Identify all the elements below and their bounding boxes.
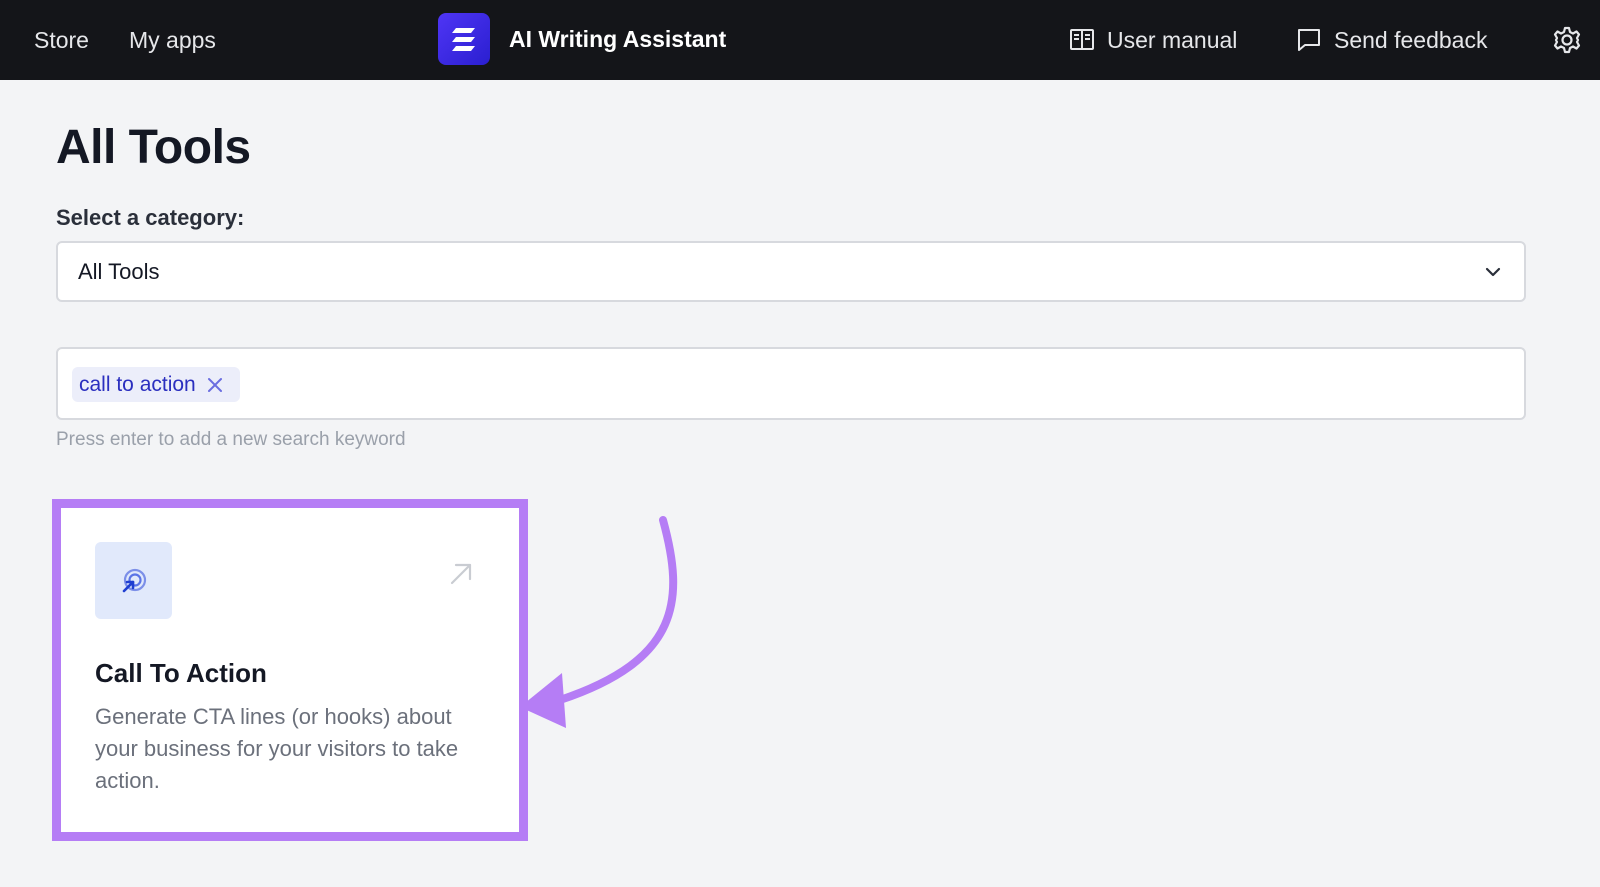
card-title: Call To Action bbox=[95, 658, 267, 688]
tool-card-call-to-action[interactable]: Call To Action Generate CTA lines (or ho… bbox=[61, 508, 519, 832]
close-icon[interactable] bbox=[206, 376, 224, 394]
gear-icon[interactable] bbox=[1552, 25, 1582, 55]
send-feedback-label: Send feedback bbox=[1334, 26, 1488, 53]
category-label: Select a category: bbox=[56, 205, 245, 230]
store-link[interactable]: Store bbox=[34, 0, 89, 80]
keyword-chip-label: call to action bbox=[79, 372, 196, 396]
category-select-value: All Tools bbox=[78, 258, 160, 284]
app-title: AI Writing Assistant bbox=[509, 25, 727, 52]
user-manual-label: User manual bbox=[1107, 26, 1238, 53]
target-cursor-icon bbox=[95, 542, 172, 619]
open-external-arrow-icon[interactable] bbox=[447, 560, 475, 588]
top-navigation-bar: Store My apps AI Writing Assistant User … bbox=[0, 0, 1600, 80]
chevron-down-icon bbox=[1485, 267, 1501, 277]
search-hint: Press enter to add a new search keyword bbox=[56, 429, 406, 450]
keyword-chip: call to action bbox=[72, 367, 240, 402]
app-brand[interactable]: AI Writing Assistant bbox=[438, 13, 726, 65]
send-feedback-link[interactable]: Send feedback bbox=[1296, 0, 1487, 80]
card-description: Generate CTA lines (or hooks) about your… bbox=[95, 704, 459, 793]
page-title: All Tools bbox=[56, 121, 251, 174]
my-apps-link[interactable]: My apps bbox=[129, 0, 216, 80]
app-logo-icon bbox=[438, 13, 490, 65]
book-icon bbox=[1070, 29, 1094, 50]
chat-bubble-icon bbox=[1298, 29, 1320, 51]
user-manual-link[interactable]: User manual bbox=[1069, 0, 1237, 80]
category-select[interactable]: All Tools bbox=[56, 241, 1526, 302]
annotation-arrow bbox=[520, 516, 678, 728]
keyword-search-input[interactable]: call to action bbox=[56, 347, 1526, 420]
